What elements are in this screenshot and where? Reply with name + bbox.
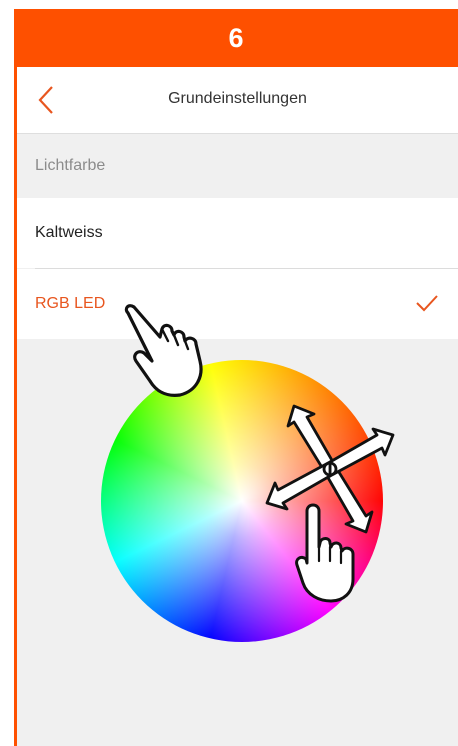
pointing-hand-icon xyxy=(124,304,203,397)
section-header: Lichtfarbe xyxy=(17,134,458,198)
section-label: Lichtfarbe xyxy=(35,157,106,174)
step-number-banner: 6 xyxy=(14,9,458,67)
checkmark-icon xyxy=(416,295,438,312)
pointing-hand-icon xyxy=(295,503,355,603)
option-rgb-led[interactable]: RGB LED xyxy=(17,269,458,339)
option-kaltweiss[interactable]: Kaltweiss xyxy=(17,198,458,268)
option-label: RGB LED xyxy=(35,295,106,312)
step-number: 6 xyxy=(228,22,244,53)
page-title: Grundeinstellungen xyxy=(168,90,307,107)
navigation-bar: Grundeinstellungen xyxy=(17,67,458,134)
app-screen: Grundeinstellungen Lichtfarbe Kaltweiss … xyxy=(17,67,458,746)
option-label: Kaltweiss xyxy=(35,224,103,241)
